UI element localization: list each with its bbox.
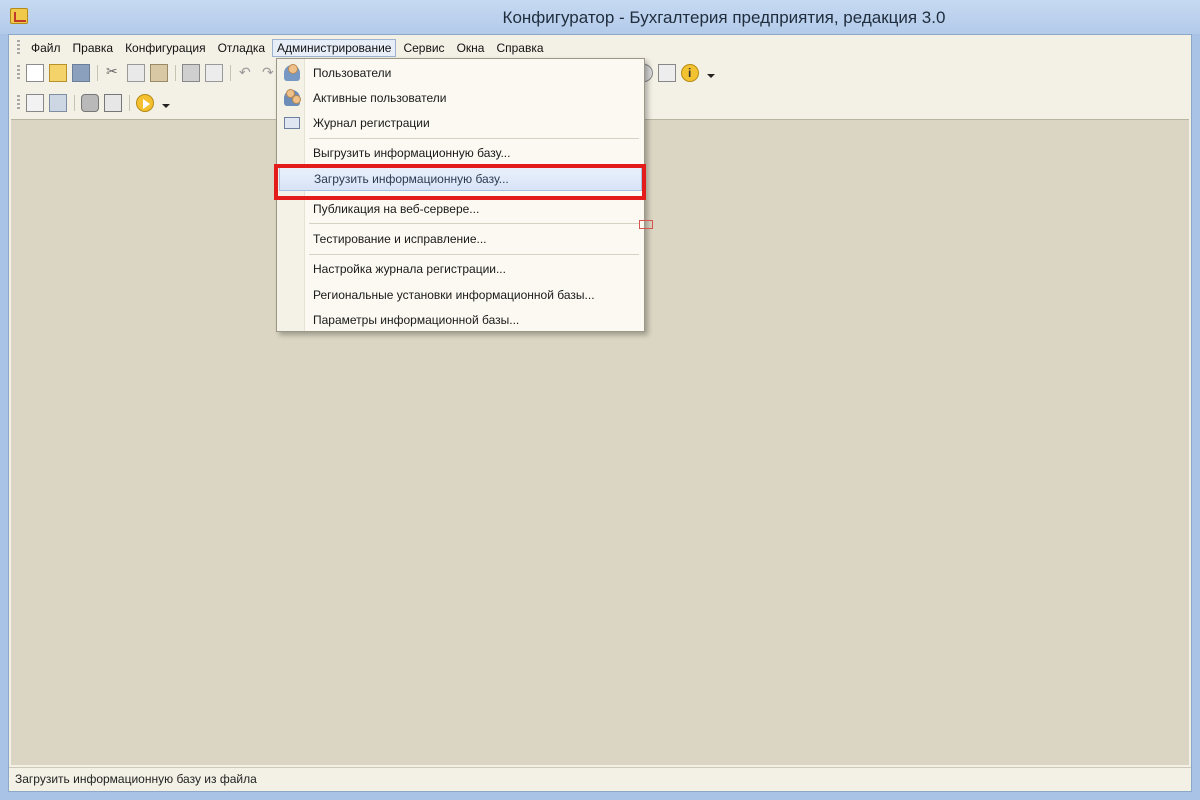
menu-debug[interactable]: Отладка — [213, 39, 270, 57]
info-icon[interactable] — [681, 64, 699, 82]
toolbar-grip-icon[interactable] — [17, 65, 20, 81]
menu-configuration[interactable]: Конфигурация — [120, 39, 211, 57]
menu-item-label: Региональные установки информационной ба… — [313, 288, 595, 302]
menu-windows[interactable]: Окна — [452, 39, 490, 57]
menu-item-event-log-settings[interactable]: Настройка журнала регистрации... — [279, 257, 642, 281]
form-icon[interactable] — [26, 94, 44, 112]
undo-icon[interactable] — [237, 64, 255, 82]
paste-icon[interactable] — [150, 64, 168, 82]
menu-administration[interactable]: Администрирование — [272, 39, 397, 57]
toolbar-grip-icon[interactable] — [17, 95, 20, 111]
menu-item-label: Выгрузить информационную базу... — [313, 146, 511, 160]
help-contents-icon[interactable] — [658, 64, 676, 82]
menu-separator — [309, 223, 639, 224]
print-icon[interactable] — [182, 64, 200, 82]
status-bar: Загрузить информационную базу из файла — [9, 767, 1191, 791]
menu-item-active-users[interactable]: Активные пользователи — [279, 86, 642, 110]
journal-icon — [284, 117, 300, 129]
small-annotation-box — [639, 220, 653, 229]
print-preview-icon[interactable] — [205, 64, 223, 82]
menubar-grip-icon[interactable] — [17, 40, 20, 56]
active-users-icon — [284, 89, 301, 106]
menu-item-regional-settings[interactable]: Региональные установки информационной ба… — [279, 283, 642, 307]
menu-item-load-infobase[interactable]: Загрузить информационную базу... — [279, 167, 642, 191]
menu-item-label: Параметры информационной базы... — [313, 313, 520, 327]
title-bar[interactable]: Конфигуратор - Бухгалтерия предприятия, … — [0, 0, 1200, 34]
menu-separator — [309, 138, 639, 139]
menu-item-label: Настройка журнала регистрации... — [313, 262, 506, 276]
save-icon[interactable] — [72, 64, 90, 82]
menu-item-label: Тестирование и исправление... — [313, 232, 487, 246]
new-document-icon[interactable] — [26, 64, 44, 82]
menu-item-event-log[interactable]: Журнал регистрации — [279, 111, 642, 135]
menu-item-label: Пользователи — [313, 66, 392, 80]
window-icon[interactable] — [104, 94, 122, 112]
menu-item-label: Активные пользователи — [313, 91, 447, 105]
toolbar-separator — [230, 65, 231, 81]
window-title: Конфигуратор - Бухгалтерия предприятия, … — [502, 8, 946, 27]
menu-item-label: Загрузить информационную базу... — [314, 172, 509, 186]
app-window: Конфигуратор - Бухгалтерия предприятия, … — [0, 0, 1200, 800]
menu-item-web-publication[interactable]: Публикация на веб-сервере... — [279, 197, 642, 221]
configuration-tree-icon[interactable] — [49, 94, 67, 112]
run-debug-icon[interactable] — [136, 94, 154, 112]
menu-item-test-and-repair[interactable]: Тестирование и исправление... — [279, 227, 642, 251]
chevron-down-icon[interactable] — [159, 94, 170, 112]
menu-edit[interactable]: Правка — [68, 39, 119, 57]
menu-item-users[interactable]: Пользователи — [279, 61, 642, 85]
copy-icon[interactable] — [127, 64, 145, 82]
menu-item-export-infobase[interactable]: Выгрузить информационную базу... — [279, 141, 642, 165]
menu-service[interactable]: Сервис — [398, 39, 449, 57]
menu-separator — [309, 254, 639, 255]
database-icon[interactable] — [81, 94, 99, 112]
menu-bar: Файл Правка Конфигурация Отладка Админис… — [9, 37, 1191, 59]
toolbar-separator — [175, 65, 176, 81]
menu-help[interactable]: Справка — [491, 39, 548, 57]
menu-item-label: Публикация на веб-сервере... — [313, 202, 480, 216]
toolbar-separator — [129, 95, 130, 111]
toolbar-separator — [74, 95, 75, 111]
cut-icon[interactable] — [104, 63, 122, 82]
user-icon — [284, 64, 300, 81]
chevron-down-icon[interactable] — [704, 64, 715, 82]
administration-menu: Пользователи Активные пользователи Журна… — [276, 58, 645, 332]
open-folder-icon[interactable] — [49, 64, 67, 82]
toolbar-separator — [97, 65, 98, 81]
menu-file[interactable]: Файл — [26, 39, 66, 57]
menu-item-label: Журнал регистрации — [313, 116, 430, 130]
menu-item-infobase-parameters[interactable]: Параметры информационной базы... — [279, 308, 642, 332]
